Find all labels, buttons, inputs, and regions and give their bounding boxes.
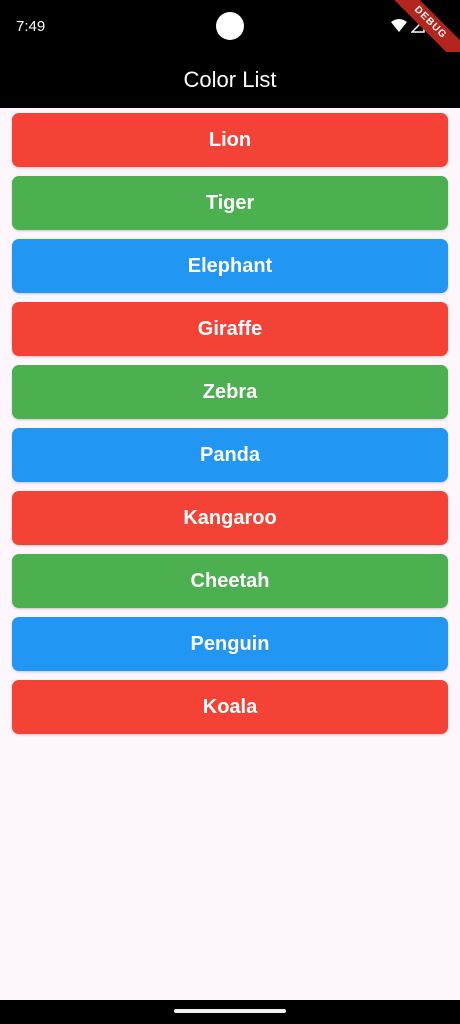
list-item-giraffe[interactable]: Giraffe bbox=[12, 302, 448, 356]
list-item-tiger[interactable]: Tiger bbox=[12, 176, 448, 230]
list-item-label: Koala bbox=[202, 695, 258, 718]
wifi-icon bbox=[391, 19, 407, 32]
list-item-zebra[interactable]: Zebra bbox=[12, 365, 448, 419]
app-bar: Color List bbox=[0, 52, 460, 108]
list-item-label: Zebra bbox=[202, 380, 258, 403]
list-item-label: Panda bbox=[199, 443, 261, 466]
camera-cutout bbox=[216, 12, 244, 40]
list-item-label: Giraffe bbox=[197, 317, 263, 340]
list-item-panda[interactable]: Panda bbox=[12, 428, 448, 482]
content-area: Lion Tiger Elephant Giraffe Zebra Panda Kangar… bbox=[0, 108, 460, 1000]
status-time: 7:49 bbox=[16, 18, 46, 35]
list-item-lion[interactable]: Lion bbox=[12, 113, 448, 167]
home-indicator[interactable] bbox=[174, 1009, 286, 1013]
list-item-label: Tiger bbox=[205, 191, 255, 214]
system-nav-bar bbox=[0, 1000, 460, 1024]
list-item-label: Penguin bbox=[190, 632, 270, 655]
list-item-label: Cheetah bbox=[190, 569, 270, 592]
list-item-label: Kangaroo bbox=[183, 506, 277, 529]
list-item-label: Elephant bbox=[187, 254, 273, 277]
list-item-koala[interactable]: Koala bbox=[12, 680, 448, 734]
color-list: Lion Tiger Elephant Giraffe Zebra Panda Kangar… bbox=[12, 113, 448, 734]
app-title: Color List bbox=[183, 67, 277, 92]
list-item-label: Lion bbox=[208, 128, 252, 151]
list-item-cheetah[interactable]: Cheetah bbox=[12, 554, 448, 608]
list-item-elephant[interactable]: Elephant bbox=[12, 239, 448, 293]
list-item-kangaroo[interactable]: Kangaroo bbox=[12, 491, 448, 545]
list-item-penguin[interactable]: Penguin bbox=[12, 617, 448, 671]
phone-screen: 7:49 DEBUG Color List Lion Tiger Elephant G… bbox=[0, 0, 460, 1024]
status-bar: 7:49 DEBUG bbox=[0, 0, 460, 72]
